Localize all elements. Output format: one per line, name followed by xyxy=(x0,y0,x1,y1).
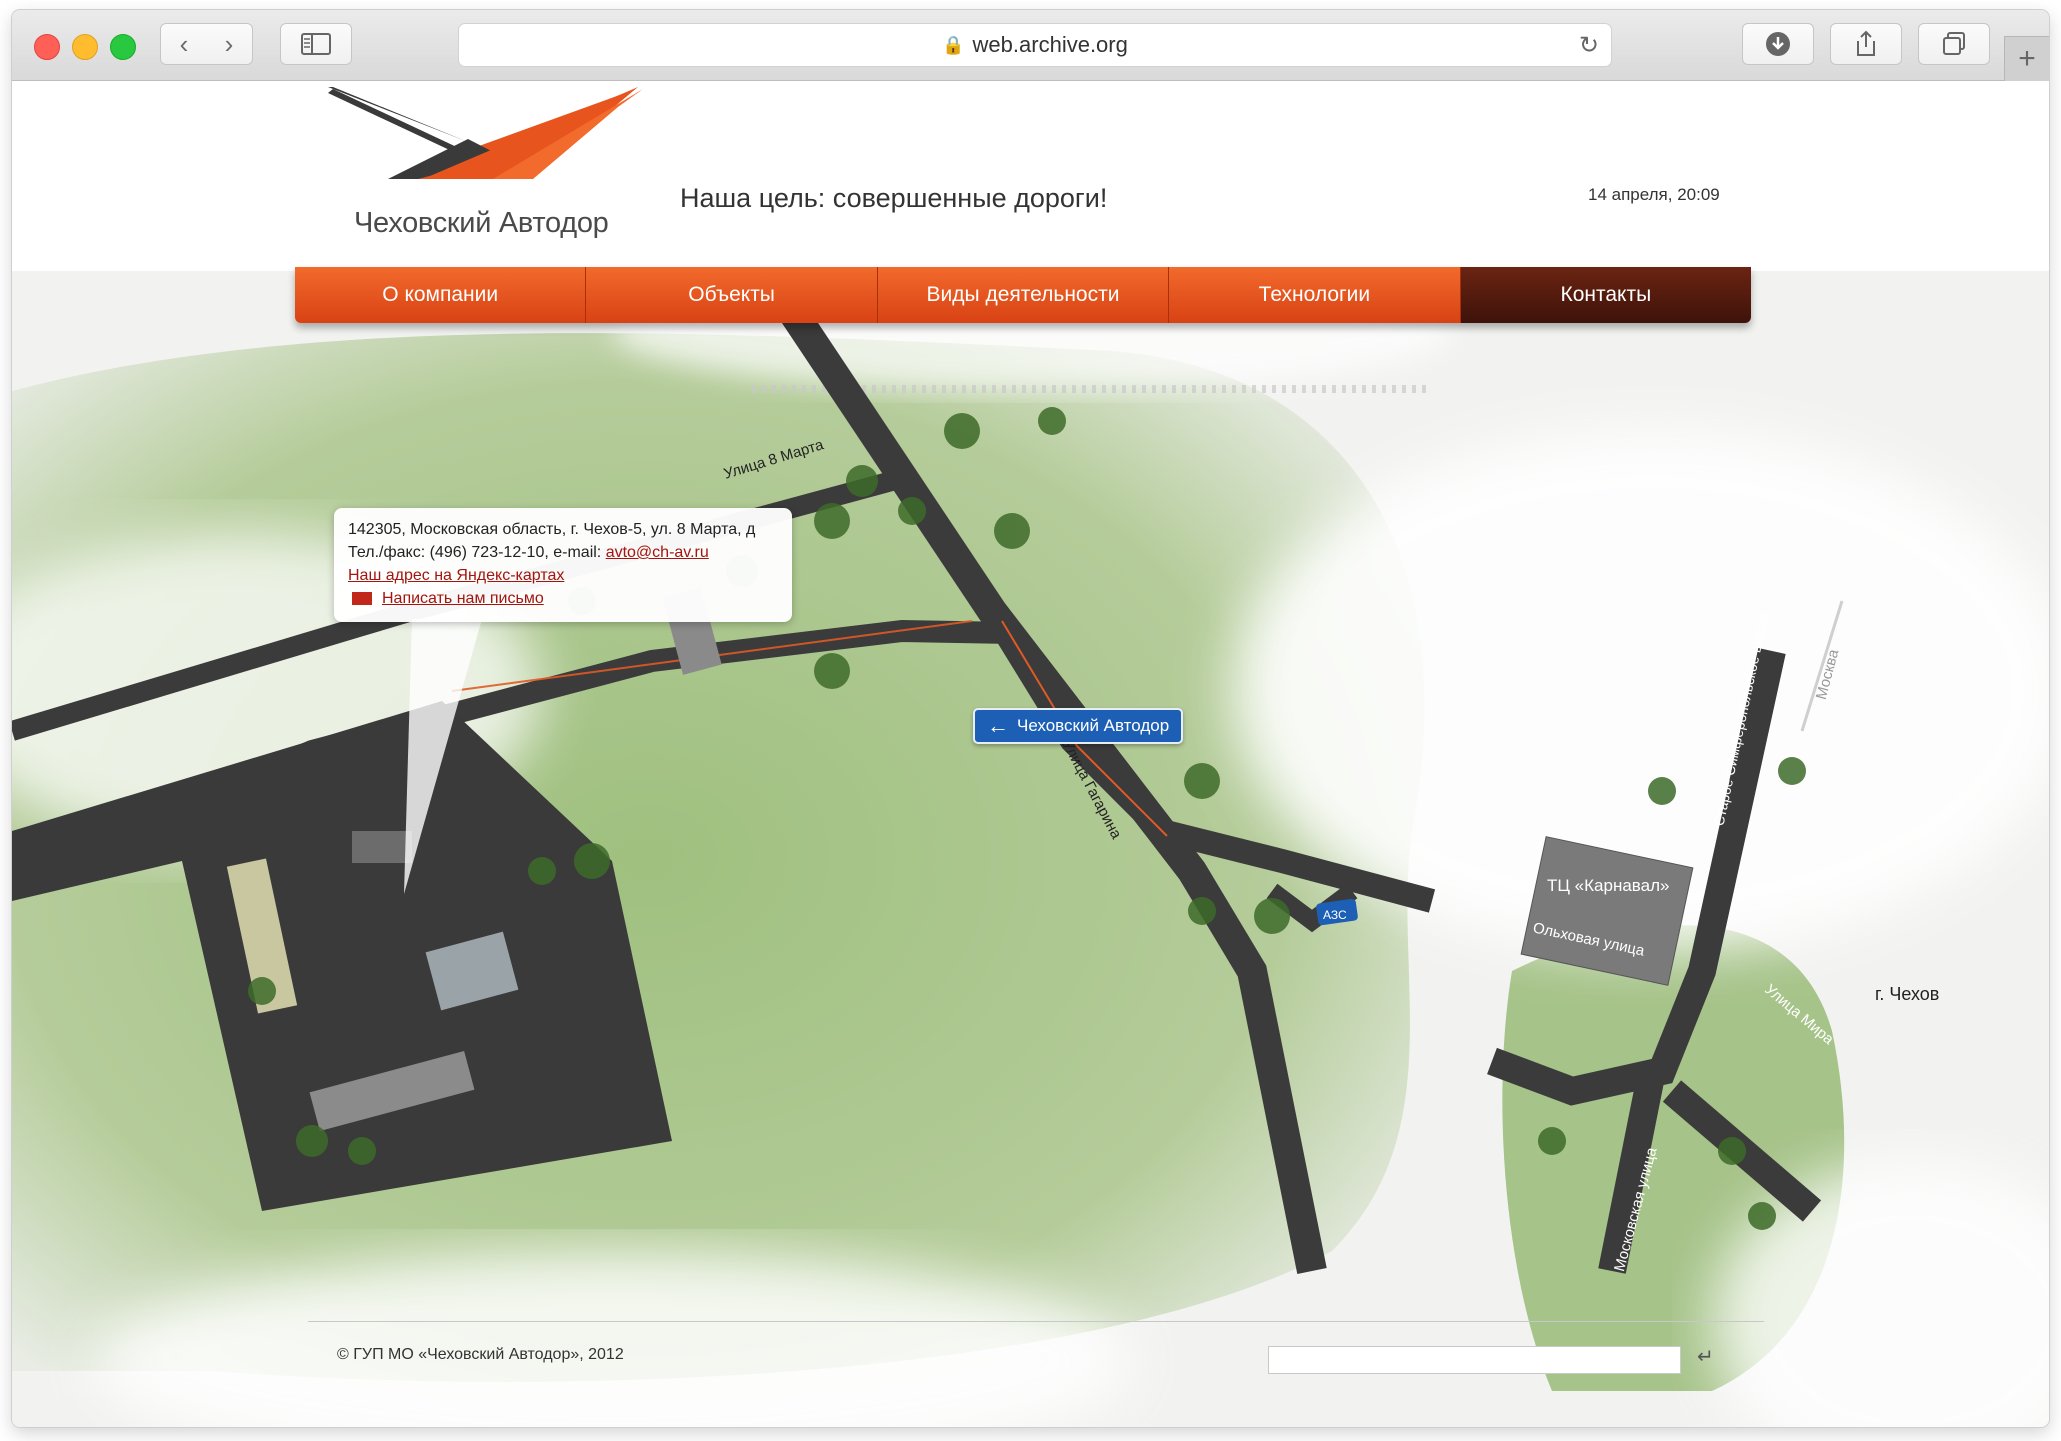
browser-toolbar: ‹ › 🔒 web.archive.org ↻ + xyxy=(12,10,2049,81)
current-datetime: 14 апреля, 20:09 xyxy=(1588,185,1720,204)
yandex-map-link[interactable]: Наш адрес на Яндекс-картах xyxy=(348,567,564,584)
url-text: web.archive.org xyxy=(972,32,1128,57)
slogan: Наша цель: совершенные дороги! xyxy=(680,183,1108,213)
download-icon xyxy=(1766,32,1790,56)
web-page: АЗС Улица 8 Марта Улица Гагарина ТЦ «Кар… xyxy=(12,81,2049,1427)
sidebar-icon xyxy=(301,33,331,55)
contact-callout: 142305, Московская область, г. Чехов-5, … xyxy=(334,508,792,622)
company-logo[interactable] xyxy=(328,87,648,217)
plus-icon: + xyxy=(2018,42,2036,75)
contact-map: АЗС Улица 8 Марта Улица Гагарина ТЦ «Кар… xyxy=(12,271,2049,1427)
nav-item-technologies[interactable]: Технологии xyxy=(1169,267,1461,323)
chevron-right-icon: › xyxy=(224,28,234,59)
enter-icon[interactable]: ↵ xyxy=(1697,1344,1714,1369)
company-location-sign-label: Чеховский Автодор xyxy=(1017,716,1170,735)
lock-icon: 🔒 xyxy=(942,34,965,55)
search-input[interactable] xyxy=(1268,1346,1681,1374)
contact-phone-row: Тел./факс: (496) 723-12-10, e-mail: avto… xyxy=(348,541,778,564)
main-navigation: О компании Объекты Виды деятельности Тех… xyxy=(295,267,1751,323)
tabs-overview-button[interactable] xyxy=(1918,23,1990,65)
contact-email-link[interactable]: avto@ch-av.ru xyxy=(606,544,709,561)
back-button[interactable]: ‹ xyxy=(160,23,208,65)
reload-icon[interactable]: ↻ xyxy=(1579,31,1599,60)
map-label-azs: АЗС xyxy=(1323,908,1347,922)
contact-phone: Тел./факс: (496) 723-12-10, e-mail: xyxy=(348,544,606,561)
browser-window: ‹ › 🔒 web.archive.org ↻ + АЗС Улица 8 Ма… xyxy=(12,10,2049,1427)
tabs-icon xyxy=(1943,32,1965,55)
write-letter-row: Написать нам письмо xyxy=(348,587,778,610)
minimize-window-button[interactable] xyxy=(72,34,98,60)
contact-address: 142305, Московская область, г. Чехов-5, … xyxy=(348,521,756,538)
arrow-left-icon: ← xyxy=(987,713,1009,738)
map-illustration: АЗС xyxy=(12,271,2049,1427)
footer-divider xyxy=(308,1321,1764,1322)
callout-pointer xyxy=(404,619,482,894)
share-button[interactable] xyxy=(1830,23,1902,65)
company-location-sign[interactable]: ← Чеховский Автодор xyxy=(973,708,1184,744)
forward-button[interactable]: › xyxy=(206,23,253,65)
nav-item-objects[interactable]: Объекты xyxy=(586,267,878,323)
envelope-icon xyxy=(352,592,372,605)
share-icon xyxy=(1857,30,1875,56)
copyright: © ГУП МО «Чеховский Автодор», 2012 xyxy=(337,1346,624,1363)
site-header: Чеховский Автодор Наша цель: совершенные… xyxy=(12,81,2049,271)
logo-text: Чеховский Автодор xyxy=(354,207,609,239)
nav-item-about[interactable]: О компании xyxy=(295,267,587,323)
map-label-city-chekhov: г. Чехов xyxy=(1875,984,1940,1004)
map-label-mall: ТЦ «Карнавал» xyxy=(1547,876,1670,895)
zoom-window-button[interactable] xyxy=(110,34,136,60)
close-window-button[interactable] xyxy=(34,34,60,60)
address-bar[interactable]: 🔒 web.archive.org ↻ xyxy=(458,23,1612,67)
sidebar-toggle-button[interactable] xyxy=(280,23,352,65)
nav-item-contacts[interactable]: Контакты xyxy=(1460,267,1751,323)
downloads-button[interactable] xyxy=(1742,23,1814,65)
chevron-left-icon: ‹ xyxy=(179,28,189,59)
nav-item-activities[interactable]: Виды деятельности xyxy=(877,267,1170,323)
new-tab-button[interactable]: + xyxy=(2004,36,2049,81)
write-letter-link[interactable]: Написать нам письмо xyxy=(382,587,544,610)
